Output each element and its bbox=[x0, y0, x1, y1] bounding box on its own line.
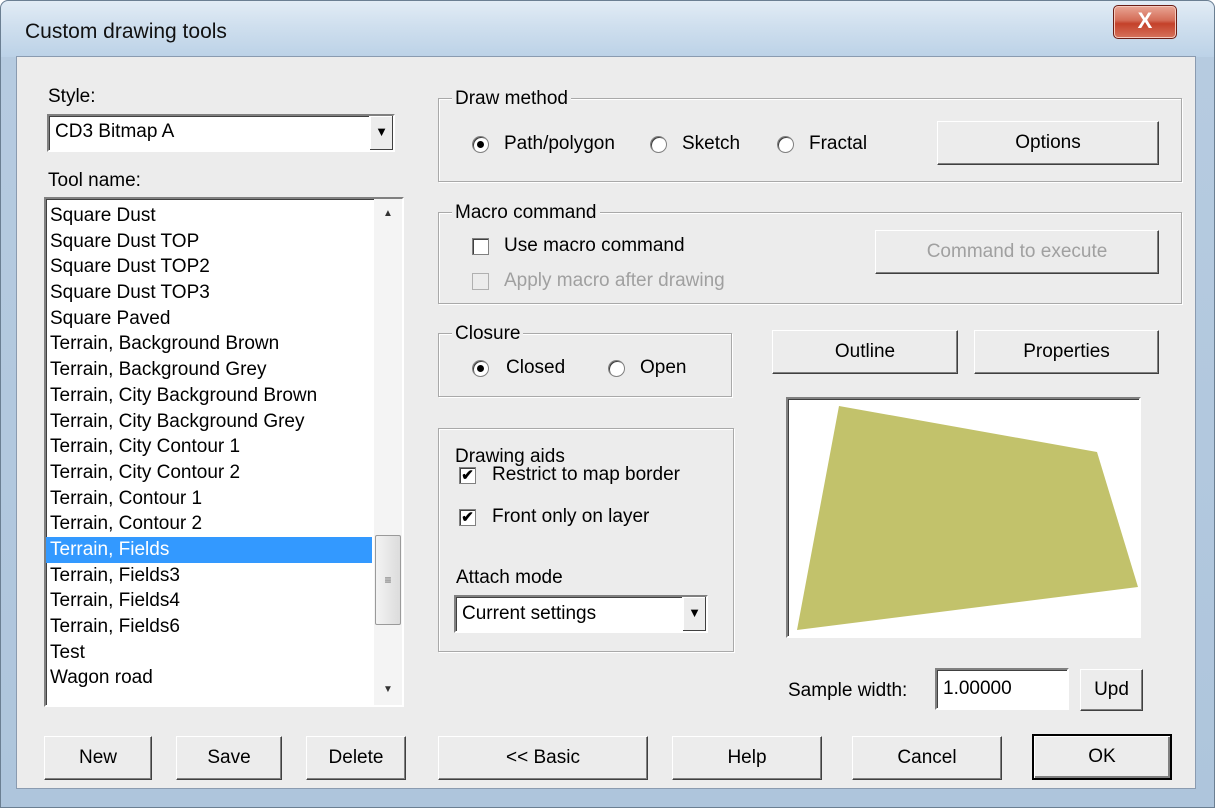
scroll-down-icon[interactable]: ▼ bbox=[374, 675, 402, 705]
radio-path-polygon[interactable] bbox=[472, 136, 489, 153]
update-button[interactable]: Upd bbox=[1080, 669, 1143, 711]
help-button-label: Help bbox=[727, 747, 767, 768]
style-dropdown-value: CD3 Bitmap A bbox=[55, 121, 175, 142]
list-item[interactable]: Terrain, Contour 2 bbox=[46, 511, 372, 537]
update-button-label: Upd bbox=[1094, 679, 1129, 700]
attach-mode-label: Attach mode bbox=[456, 567, 563, 588]
apply-macro-label: Apply macro after drawing bbox=[504, 270, 725, 291]
basic-button[interactable]: << Basic bbox=[438, 736, 648, 780]
ok-button-label: OK bbox=[1088, 746, 1116, 767]
list-item[interactable]: Square Dust TOP3 bbox=[46, 280, 372, 306]
closure-title: Closure bbox=[452, 323, 524, 345]
use-macro-checkbox[interactable] bbox=[472, 238, 489, 255]
list-item[interactable]: Square Dust bbox=[46, 203, 372, 229]
attach-mode-value: Current settings bbox=[462, 603, 597, 624]
radio-open-label: Open bbox=[640, 357, 687, 378]
options-button-label: Options bbox=[1015, 132, 1081, 153]
list-item[interactable]: Square Paved bbox=[46, 306, 372, 332]
list-item[interactable]: Test bbox=[46, 640, 372, 666]
radio-path-polygon-label: Path/polygon bbox=[504, 133, 615, 154]
check-icon: ✔ bbox=[461, 467, 474, 484]
command-button-label: Command to execute bbox=[926, 241, 1108, 262]
cancel-button-label: Cancel bbox=[897, 747, 957, 768]
tool-name-list[interactable]: Square Dust Square Dust TOP Square Dust TO… bbox=[44, 197, 404, 707]
list-item[interactable]: Terrain, Background Grey bbox=[46, 357, 372, 383]
chevron-down-icon[interactable]: ▼ bbox=[369, 116, 393, 150]
apply-macro-checkbox[interactable] bbox=[472, 273, 489, 290]
new-button[interactable]: New bbox=[44, 736, 152, 780]
list-item[interactable]: Terrain, Fields3 bbox=[46, 563, 372, 589]
restrict-border-checkbox[interactable]: ✔ bbox=[459, 467, 476, 484]
close-icon: X bbox=[1137, 8, 1153, 33]
use-macro-label: Use macro command bbox=[504, 235, 685, 256]
radio-sketch-label: Sketch bbox=[682, 133, 741, 154]
properties-button-label: Properties bbox=[1023, 341, 1110, 362]
window-title: Custom drawing tools bbox=[25, 20, 227, 43]
list-item[interactable]: Terrain, City Background Grey bbox=[46, 409, 372, 435]
radio-open[interactable] bbox=[608, 360, 625, 377]
radio-fractal[interactable] bbox=[777, 136, 794, 153]
radio-closed[interactable] bbox=[472, 360, 489, 377]
chevron-down-icon[interactable]: ▼ bbox=[682, 597, 706, 631]
list-item[interactable]: Terrain, Fields6 bbox=[46, 614, 372, 640]
list-item[interactable]: Square Dust TOP2 bbox=[46, 254, 372, 280]
attach-mode-dropdown[interactable]: Current settings ▼ bbox=[454, 595, 708, 633]
list-item[interactable]: Terrain, City Contour 1 bbox=[46, 434, 372, 460]
save-button[interactable]: Save bbox=[176, 736, 282, 780]
scroll-thumb[interactable]: ≡ bbox=[375, 535, 401, 625]
outline-button-label: Outline bbox=[834, 341, 896, 362]
list-item[interactable]: Square Dust TOP bbox=[46, 229, 372, 255]
tool-list-items: Square Dust Square Dust TOP Square Dust TO… bbox=[46, 203, 372, 691]
ok-button[interactable]: OK bbox=[1032, 734, 1172, 780]
sample-preview bbox=[786, 397, 1141, 638]
options-button[interactable]: Options bbox=[937, 121, 1159, 165]
radio-sketch[interactable] bbox=[650, 136, 667, 153]
list-item[interactable]: Terrain, Fields bbox=[46, 536, 372, 563]
toolname-label: Tool name: bbox=[48, 170, 141, 191]
draw-method-title: Draw method bbox=[452, 88, 571, 110]
delete-button[interactable]: Delete bbox=[306, 736, 406, 780]
radio-fractal-label: Fractal bbox=[809, 133, 868, 154]
front-only-label: Front only on layer bbox=[492, 506, 650, 527]
command-to-execute-button[interactable]: Command to execute bbox=[875, 230, 1159, 274]
list-item[interactable]: Terrain, City Background Brown bbox=[46, 383, 372, 409]
new-button-label: New bbox=[78, 747, 117, 768]
cancel-button[interactable]: Cancel bbox=[852, 736, 1002, 780]
properties-button[interactable]: Properties bbox=[974, 330, 1159, 374]
list-item[interactable]: Terrain, Contour 1 bbox=[46, 486, 372, 512]
front-only-checkbox[interactable]: ✔ bbox=[459, 509, 476, 526]
sample-width-label: Sample width: bbox=[788, 680, 908, 701]
close-button[interactable]: X bbox=[1113, 5, 1177, 39]
list-item[interactable]: Wagon road bbox=[46, 665, 372, 691]
preview-polygon bbox=[797, 406, 1138, 630]
list-scrollbar[interactable]: ▲ ≡ ▼ bbox=[374, 199, 402, 705]
style-dropdown[interactable]: CD3 Bitmap A ▼ bbox=[47, 114, 395, 152]
delete-button-label: Delete bbox=[328, 747, 384, 768]
list-item[interactable]: Terrain, City Contour 2 bbox=[46, 460, 372, 486]
basic-button-label: << Basic bbox=[506, 747, 580, 768]
outline-button[interactable]: Outline bbox=[772, 330, 958, 374]
radio-closed-label: Closed bbox=[506, 357, 566, 378]
help-button[interactable]: Help bbox=[672, 736, 822, 780]
check-icon: ✔ bbox=[461, 509, 474, 526]
list-item[interactable]: Terrain, Fields4 bbox=[46, 588, 372, 614]
macro-title: Macro command bbox=[452, 202, 600, 224]
list-item[interactable]: Terrain, Background Brown bbox=[46, 331, 372, 357]
restrict-border-label: Restrict to map border bbox=[492, 464, 680, 485]
style-label: Style: bbox=[48, 86, 96, 107]
scroll-up-icon[interactable]: ▲ bbox=[374, 199, 402, 229]
save-button-label: Save bbox=[207, 747, 251, 768]
title-bar[interactable]: Custom drawing tools X bbox=[1, 1, 1214, 57]
sample-width-value: 1.00000 bbox=[943, 678, 1012, 699]
sample-width-input[interactable]: 1.00000 bbox=[935, 668, 1069, 710]
